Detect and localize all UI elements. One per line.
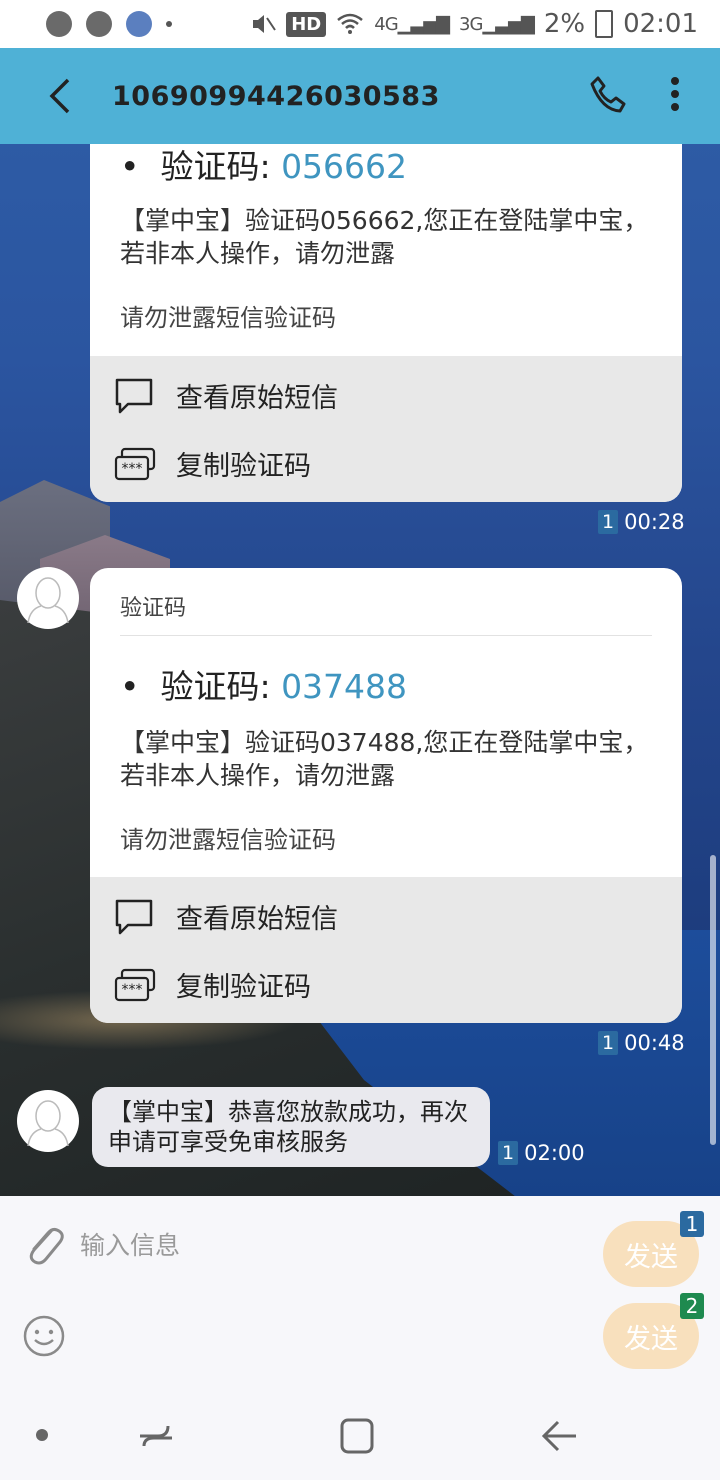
code-line: • 验证码: 037488 [120, 667, 408, 706]
status-bar: HD 4G▁▃▅▇ 3G▁▃▅▇ 2% 02:01 [0, 0, 720, 48]
clock: 02:01 [623, 9, 698, 39]
back-button[interactable] [40, 76, 80, 116]
message-icon [115, 899, 153, 934]
signal-3g: 3G▁▃▅▇ [459, 13, 535, 35]
message-icon [115, 378, 153, 413]
verification-card: 验证码 • 验证码: 037488 【掌中宝】验证码037488,您正在登陆掌中… [90, 568, 682, 1023]
sim1-badge: 1 [680, 1211, 704, 1237]
wechat-icon [86, 11, 112, 37]
battery-percent: 2% [543, 9, 586, 39]
message-body: 【掌中宝】验证码056662,您正在登陆掌中宝，若非本人操作，请勿泄露 [120, 206, 649, 268]
view-original-sms-label: 查看原始短信 [176, 383, 338, 414]
copy-code-button[interactable]: *** 复制验证码 [114, 444, 311, 483]
view-original-sms-label: 查看原始短信 [176, 904, 338, 935]
contact-avatar-icon [27, 577, 69, 623]
battery-icon [595, 10, 614, 38]
message-composer: 输入信息 发送 1 发送 2 [0, 1196, 720, 1400]
sim-badge: 1 [598, 1031, 619, 1055]
send-label: 发送 [624, 1241, 678, 1273]
message-input[interactable]: 输入信息 [80, 1226, 180, 1262]
timestamp-text: 00:48 [624, 1031, 685, 1055]
copy-code-button[interactable]: *** 复制验证码 [114, 965, 311, 1004]
more-options-icon[interactable] [670, 76, 680, 112]
copy-code-icon: *** [114, 447, 156, 480]
message-bubble[interactable]: 【掌中宝】恭喜您放款成功，再次申请可享受免审核服务 [92, 1087, 490, 1167]
emoji-icon[interactable] [22, 1314, 66, 1358]
svg-text:***: *** [122, 461, 143, 477]
card-actions: 查看原始短信 *** 复制验证码 [90, 356, 682, 502]
hd-badge: HD [286, 11, 327, 37]
assistant-icon [126, 11, 152, 37]
navigation-bar [0, 1400, 720, 1480]
message-hint: 请勿泄露短信验证码 [120, 826, 336, 854]
sim-badge: 1 [598, 510, 619, 534]
verification-code[interactable]: 037488 [281, 667, 407, 706]
message-timestamp: 1 00:48 [598, 1031, 685, 1055]
more-notifications-icon [166, 21, 172, 27]
home-icon[interactable] [338, 1416, 378, 1456]
phone-call-icon[interactable] [588, 74, 628, 114]
conversation-title: 10690994426030583 [112, 80, 440, 112]
timestamp-text: 00:28 [624, 510, 685, 534]
verification-card: • 验证码: 056662 【掌中宝】验证码056662,您正在登陆掌中宝，若非… [90, 144, 682, 502]
copy-code-icon: *** [114, 968, 156, 1001]
message-hint: 请勿泄露短信验证码 [120, 304, 336, 332]
nav-dot-icon[interactable] [34, 1427, 50, 1443]
view-original-sms-button[interactable]: 查看原始短信 [114, 376, 338, 415]
contact-avatar-icon [27, 1100, 69, 1146]
attachment-icon[interactable] [22, 1220, 66, 1268]
message-timestamp: 1 02:00 [498, 1141, 585, 1165]
message-timestamp: 1 00:28 [598, 510, 685, 534]
sim-badge: 1 [498, 1141, 519, 1165]
wifi-icon [337, 13, 364, 34]
avatar[interactable] [17, 567, 79, 629]
code-line: • 验证码: 056662 [120, 147, 408, 186]
card-header: 验证码 [120, 596, 187, 621]
sim2-badge: 2 [680, 1293, 704, 1319]
message-body: 【掌中宝】验证码037488,您正在登陆掌中宝，若非本人操作，请勿泄露 [120, 728, 649, 790]
copy-code-label: 复制验证码 [176, 451, 311, 482]
card-actions: 查看原始短信 *** 复制验证码 [90, 877, 682, 1023]
recent-apps-icon[interactable] [136, 1416, 176, 1456]
copy-code-label: 复制验证码 [176, 972, 311, 1003]
mute-icon [253, 15, 277, 33]
avatar[interactable] [17, 1090, 79, 1152]
send-label: 发送 [624, 1323, 678, 1355]
back-nav-icon[interactable] [540, 1416, 580, 1456]
notification-app-icon [46, 11, 72, 37]
svg-text:***: *** [122, 982, 143, 998]
card-divider [120, 635, 652, 636]
view-original-sms-button[interactable]: 查看原始短信 [114, 897, 338, 936]
signal-4g: 4G▁▃▅▇ [374, 13, 450, 35]
scrollbar[interactable] [710, 855, 716, 1145]
verification-code[interactable]: 056662 [281, 147, 407, 186]
app-bar: 10690994426030583 [0, 48, 720, 144]
back-arrow-icon [49, 78, 70, 114]
timestamp-text: 02:00 [524, 1141, 585, 1165]
